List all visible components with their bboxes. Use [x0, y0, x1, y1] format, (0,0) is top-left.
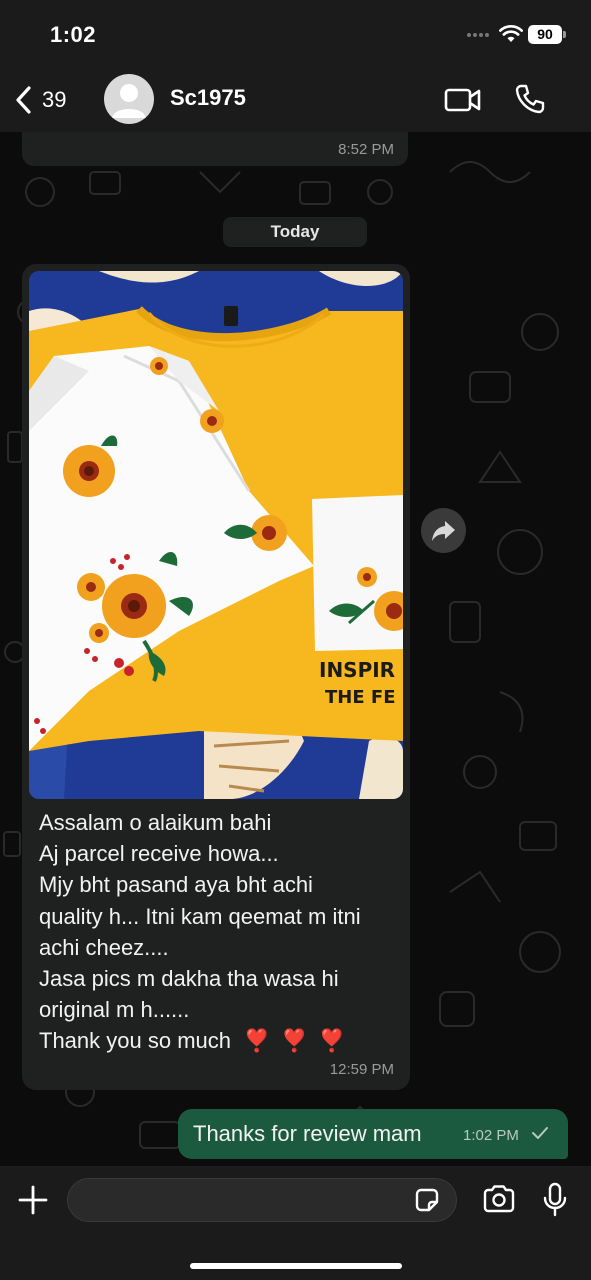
unread-count: 39: [42, 87, 67, 112]
chat-body[interactable]: 8:52 PM Today INSPIR THE FE Assalam o al…: [0, 132, 591, 1166]
message-input[interactable]: [67, 1178, 457, 1222]
signal-dots-icon: [467, 33, 493, 41]
battery-tip: [563, 31, 566, 38]
back-button[interactable]: 39: [14, 82, 84, 118]
voice-call-icon[interactable]: [514, 83, 546, 115]
plus-icon[interactable]: [18, 1185, 48, 1215]
outgoing-message-text: Thanks for review mam: [193, 1121, 422, 1146]
microphone-icon[interactable]: [543, 1182, 567, 1218]
shirt-print-text-1: INSPIR: [319, 658, 395, 682]
sent-check-icon: [532, 1127, 548, 1139]
message-line: Mjy bht pasand aya bht achi: [39, 872, 313, 898]
back-chevron-icon: [16, 86, 31, 114]
message-line: original m h......: [39, 997, 190, 1023]
video-call-icon[interactable]: [444, 86, 482, 114]
incoming-message-time: 12:59 PM: [329, 1061, 394, 1078]
forward-arrow-icon: [432, 521, 455, 541]
wifi-icon: [499, 25, 523, 42]
home-indicator: [190, 1263, 402, 1269]
message-line-with-emoji: Thank you so much ❣️ ❣️ ❣️: [39, 1025, 399, 1056]
date-separator: Today: [223, 217, 367, 247]
incoming-message-text[interactable]: Assalam o alaikum bahi Aj parcel receive…: [39, 807, 399, 1057]
previous-message-time: 8:52 PM: [338, 141, 394, 158]
message-line: Aj parcel receive howa...: [39, 841, 279, 867]
sticker-icon[interactable]: [413, 1186, 441, 1214]
whatsapp-chat-screen: 1:02 90 39 Sc1975 8:52 PM Today INSPIR T…: [0, 0, 591, 1280]
status-time: 1:02: [50, 22, 97, 47]
message-line: Thank you so much: [39, 1028, 231, 1054]
camera-icon[interactable]: [482, 1184, 516, 1214]
message-line: quality h... Itni kam qeemat m itni: [39, 903, 361, 929]
message-line: Jasa pics m dakha tha wasa hi: [39, 966, 339, 992]
photo-clothing-image: INSPIR THE FE: [29, 271, 403, 799]
message-photo[interactable]: INSPIR THE FE: [29, 271, 403, 799]
battery-icon: 90: [528, 25, 562, 44]
chat-header: 39 Sc1975: [0, 68, 591, 132]
message-line: achi cheez....: [39, 934, 169, 960]
message-line: Assalam o alaikum bahi: [39, 810, 272, 835]
status-bar: 1:02 90: [0, 0, 591, 68]
default-person-icon: [112, 84, 146, 118]
incoming-message-bubble[interactable]: INSPIR THE FE Assalam o alaikum bahi Aj …: [22, 264, 410, 1090]
outgoing-message-bubble[interactable]: Thanks for review mam 1:02 PM: [178, 1109, 568, 1159]
avatar-icon[interactable]: [104, 74, 154, 124]
previous-message-bubble[interactable]: 8:52 PM: [22, 132, 408, 166]
heart-exclamation-emoji: ❣️ ❣️ ❣️: [243, 1028, 348, 1054]
forward-button[interactable]: [421, 508, 466, 553]
contact-name[interactable]: Sc1975: [170, 85, 246, 111]
message-input-bar: [0, 1166, 591, 1280]
outgoing-message-time: 1:02 PM: [463, 1127, 519, 1144]
shirt-print-text-2: THE FE: [325, 687, 396, 708]
